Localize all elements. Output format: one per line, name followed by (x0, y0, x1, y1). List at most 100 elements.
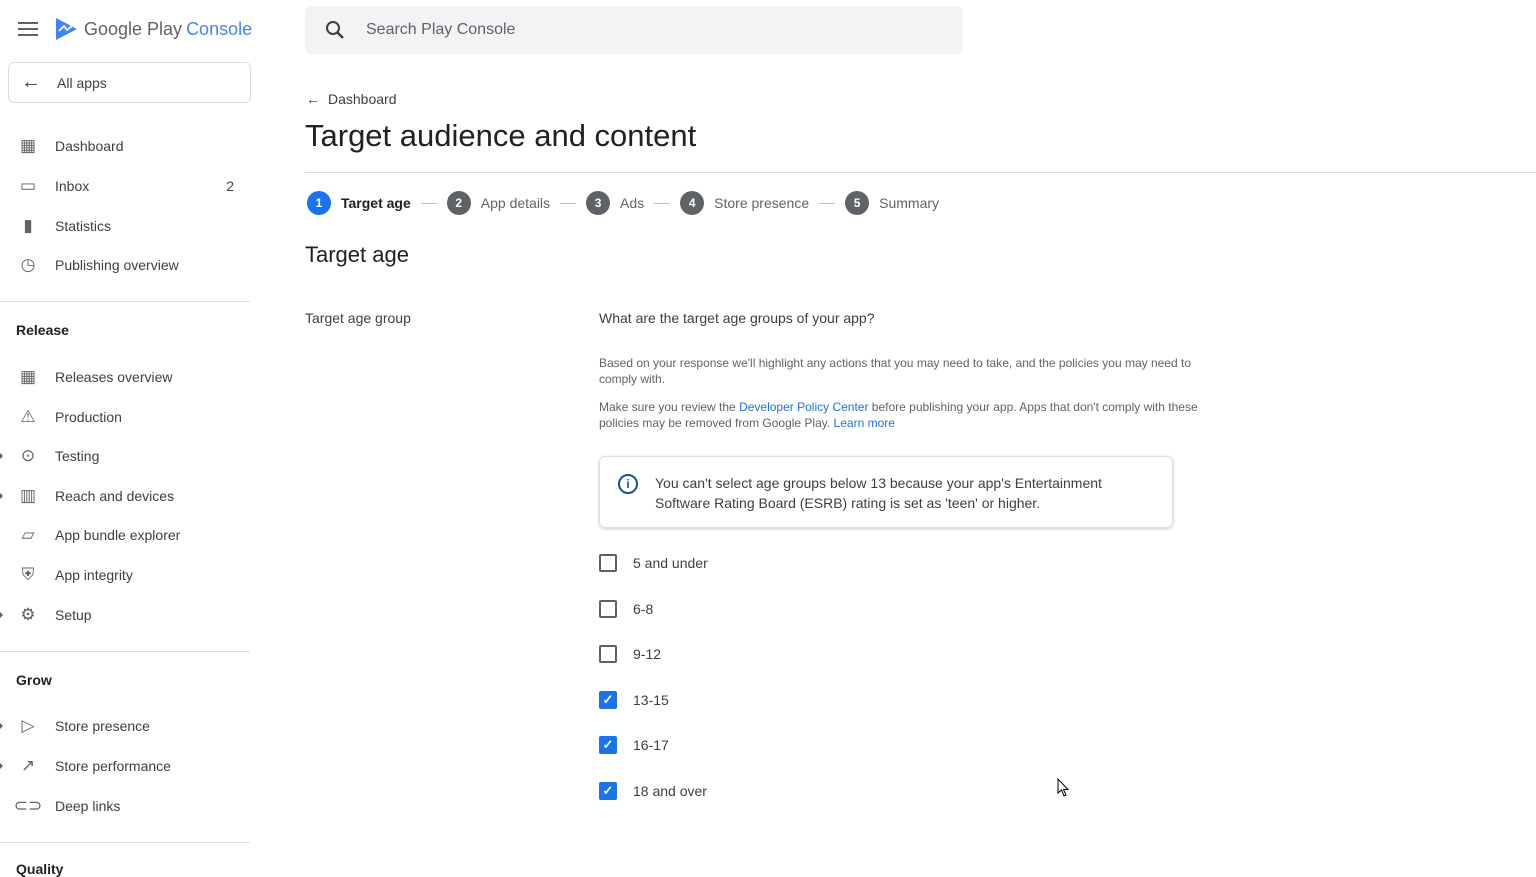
sidebar-item-deep-links[interactable]: ⊂⊃ Deep links (0, 786, 250, 826)
question: What are the target age groups of your a… (599, 310, 875, 326)
step-number: 4 (680, 191, 705, 215)
checkbox-13-15[interactable]: ✓ 13-15 (599, 691, 669, 709)
step-summary[interactable]: 5 Summary (845, 191, 939, 215)
sidebar-item-statistics[interactable]: ▮ Statistics (0, 206, 250, 246)
all-apps-button[interactable]: ← All apps (8, 62, 251, 103)
step-ads[interactable]: 3 Ads (586, 191, 644, 215)
bundle-icon: ▱ (21, 525, 35, 544)
checkbox-label: 13-15 (633, 692, 669, 708)
testing-icon: ⊙ (20, 446, 36, 465)
logo[interactable]: Google Play Console (54, 17, 252, 41)
sidebar-item-store-performance[interactable]: ↗ Store performance (0, 746, 250, 786)
step-app-details[interactable]: 2 App details (446, 191, 551, 215)
checkbox[interactable] (599, 645, 617, 663)
info-text: You can't select age groups below 13 bec… (655, 475, 1102, 511)
divider (305, 172, 1536, 173)
dashboard-icon: ▦ (19, 136, 37, 155)
breadcrumb-link[interactable]: Dashboard (328, 91, 397, 107)
menu-icon[interactable] (18, 22, 38, 38)
sidebar-item-app-integrity[interactable]: ⛨ App integrity (0, 555, 250, 595)
checkbox-checked[interactable]: ✓ (599, 691, 617, 709)
label: Reach and devices (55, 488, 175, 504)
sidebar-item-publishing-overview[interactable]: ◷ Publishing overview (0, 245, 250, 285)
checkbox-9-12[interactable]: 9-12 (599, 645, 661, 663)
checkbox-label: 16-17 (633, 737, 669, 753)
section-quality: Quality (16, 861, 64, 877)
checkbox-checked[interactable]: ✓ (599, 782, 617, 800)
checkbox-16-17[interactable]: ✓ 16-17 (599, 736, 669, 754)
section-release: Release (16, 322, 69, 338)
all-apps-label: All apps (57, 74, 107, 91)
sidebar-item-store-presence[interactable]: ▷ Store presence (0, 706, 250, 746)
label: Store performance (55, 758, 171, 774)
description: Based on your response we'll highlight a… (599, 356, 1191, 386)
search-input[interactable]: Search Play Console (305, 6, 963, 54)
info-icon: i (618, 474, 638, 494)
sidebar-item-inbox[interactable]: ▭ Inbox 2 (0, 166, 250, 206)
checkbox[interactable] (599, 554, 617, 572)
checkbox-18-and-over[interactable]: ✓ 18 and over (599, 782, 707, 800)
step-store-presence[interactable]: 4 Store presence (680, 191, 809, 215)
checkbox-label: 9-12 (633, 646, 662, 662)
expand-icon[interactable] (0, 723, 3, 729)
label: Releases overview (55, 369, 173, 385)
label: Dashboard (55, 138, 124, 154)
step-label: App details (480, 195, 551, 211)
checkbox-checked[interactable]: ✓ (599, 736, 617, 754)
label: Store presence (55, 718, 150, 734)
search-icon (326, 21, 344, 39)
step-number: 3 (586, 191, 611, 215)
expand-icon[interactable] (0, 612, 3, 618)
trending-icon: ↗ (20, 756, 36, 775)
arrow-back-icon: ← (21, 71, 41, 93)
step-target-age[interactable]: 1 Target age (307, 191, 411, 215)
link-icon: ⊂⊃ (13, 796, 43, 815)
breadcrumb[interactable]: ← Dashboard (306, 91, 397, 107)
expand-icon[interactable] (0, 763, 3, 769)
checkbox-6-8[interactable]: 6-8 (599, 600, 653, 618)
sidebar-item-testing[interactable]: ⊙ Testing (0, 436, 250, 476)
gear-icon: ⚙ (20, 605, 36, 624)
text: Make sure you review the (599, 400, 740, 414)
label: App integrity (55, 567, 133, 583)
arrow-back-icon: ← (306, 91, 320, 107)
publishing-clock-icon: ◷ (20, 255, 36, 274)
divider (0, 651, 250, 652)
expand-icon[interactable] (0, 453, 3, 459)
step-label: Store presence (714, 195, 810, 211)
label: Publishing overview (55, 257, 179, 273)
section-grow: Grow (16, 672, 52, 688)
step-number: 2 (446, 191, 471, 215)
sidebar-item-setup[interactable]: ⚙ Setup (0, 595, 250, 635)
sidebar-item-releases-overview[interactable]: ▦ Releases overview (0, 357, 250, 397)
label: App bundle explorer (55, 527, 181, 543)
label: Inbox (55, 178, 90, 194)
step-number: 1 (307, 191, 331, 215)
label: Deep links (55, 798, 121, 814)
checkbox[interactable] (599, 600, 617, 618)
label: Testing (55, 448, 100, 464)
label: Statistics (55, 218, 112, 234)
sidebar-item-dashboard[interactable]: ▦ Dashboard (0, 126, 250, 166)
step-number: 5 (845, 191, 870, 215)
sidebar-item-app-bundle-explorer[interactable]: ▱ App bundle explorer (0, 515, 250, 555)
play-console-logo-icon (56, 18, 77, 40)
divider (0, 842, 250, 843)
checkbox-5-and-under[interactable]: 5 and under (599, 554, 708, 572)
sidebar-item-reach-and-devices[interactable]: ▥ Reach and devices (0, 476, 250, 516)
search-placeholder: Search Play Console (366, 21, 516, 38)
production-icon: ⚠ (20, 407, 36, 426)
inbox-count: 2 (226, 178, 234, 194)
label: Setup (55, 607, 92, 623)
developer-policy-center-link[interactable]: Developer Policy Center (739, 400, 868, 414)
mouse-cursor-icon (1057, 778, 1070, 797)
step-label: Summary (879, 195, 940, 211)
checkbox-label: 6-8 (633, 601, 654, 617)
expand-icon[interactable] (0, 493, 3, 499)
section-title: Target age (305, 242, 409, 267)
releases-icon: ▦ (19, 367, 37, 386)
bar-chart-icon: ▮ (23, 216, 33, 235)
step-label: Target age (341, 195, 411, 211)
sidebar-item-production[interactable]: ⚠ Production (0, 397, 250, 437)
learn-more-link[interactable]: Learn more (834, 416, 895, 430)
